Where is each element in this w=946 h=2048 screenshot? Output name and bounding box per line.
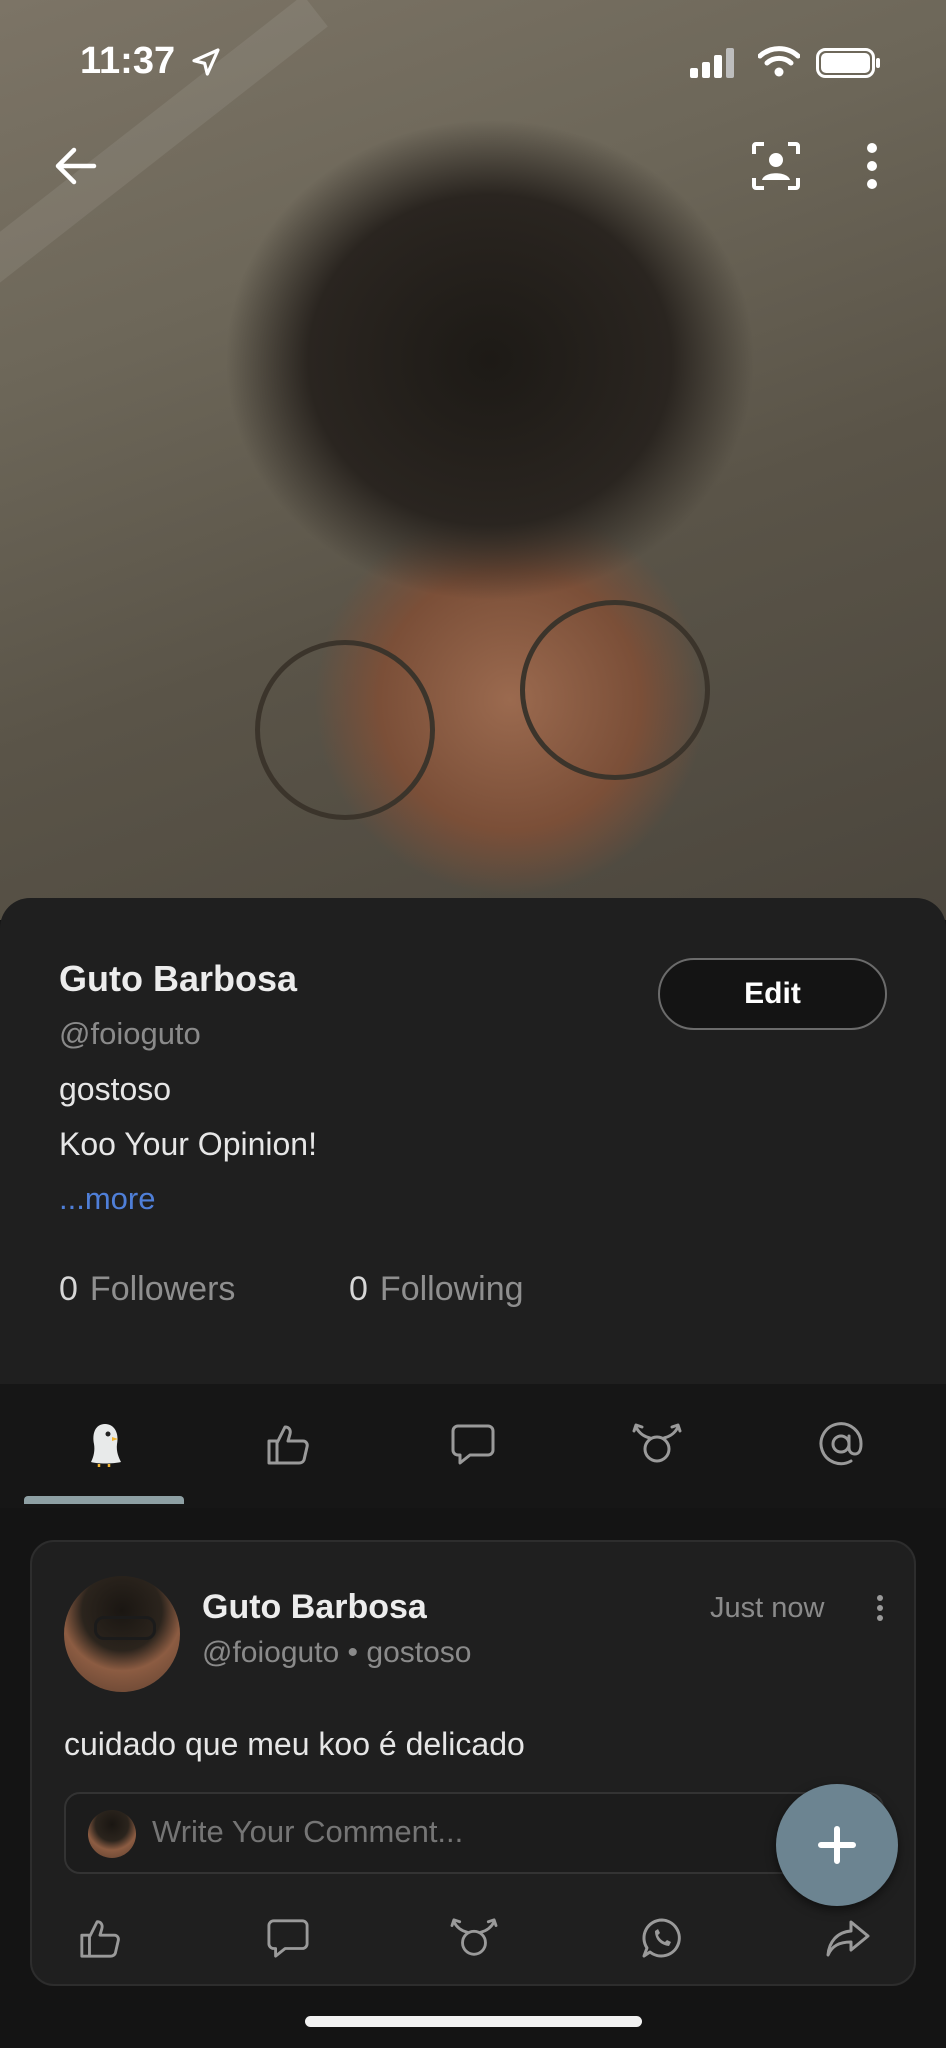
koo-post-card[interactable]: Guto Barbosa @foioguto • gostoso Just no… — [30, 1540, 916, 1986]
at-sign-icon — [819, 1422, 863, 1466]
person-frame-icon — [752, 142, 800, 190]
profile-tabs — [0, 1384, 946, 1508]
followers-stat[interactable]: 0 Followers — [59, 1270, 235, 1309]
battery-icon — [816, 48, 880, 78]
more-vertical-icon — [877, 1595, 883, 1621]
status-bar: 11:37 — [0, 0, 946, 120]
tab-koos[interactable] — [75, 1414, 135, 1474]
following-count: 0 — [349, 1270, 368, 1308]
followers-count: 0 — [59, 1270, 78, 1308]
comment-icon — [451, 1424, 495, 1465]
following-stat[interactable]: 0 Following — [349, 1270, 524, 1309]
rekoo-icon — [632, 1423, 682, 1463]
signal-icon — [690, 48, 734, 78]
post-timestamp: Just now — [710, 1592, 825, 1624]
post-author-avatar[interactable] — [64, 1576, 180, 1692]
more-options-button[interactable] — [852, 135, 892, 197]
post-author-name[interactable]: Guto Barbosa — [202, 1588, 427, 1627]
tab-mentions[interactable] — [811, 1414, 871, 1474]
plus-icon — [818, 1826, 856, 1864]
profile-name: Guto Barbosa — [59, 958, 298, 999]
whatsapp-share-button[interactable] — [632, 1908, 692, 1968]
profile-bio-line-2: Koo Your Opinion! — [59, 1126, 317, 1162]
arrow-left-icon — [55, 147, 97, 185]
comment-box[interactable] — [64, 1792, 884, 1874]
new-koo-fab[interactable] — [776, 1784, 898, 1906]
followers-label: Followers — [89, 1270, 236, 1308]
tab-comments[interactable] — [443, 1414, 503, 1474]
profile-bio-line-1: gostoso — [59, 1071, 172, 1107]
whatsapp-icon — [642, 1918, 681, 1958]
home-indicator — [305, 2016, 642, 2027]
share-arrow-icon — [826, 1920, 870, 1957]
tab-likes[interactable] — [258, 1414, 318, 1474]
post-text: cuidado que meu koo é delicado — [64, 1726, 525, 1762]
tab-rekoos[interactable] — [627, 1414, 687, 1474]
koo-bird-icon — [91, 1424, 121, 1467]
like-button[interactable] — [70, 1908, 130, 1968]
profile-handle: @foioguto — [59, 1016, 201, 1051]
commenter-avatar — [88, 1810, 136, 1858]
comment-icon — [267, 1919, 309, 1958]
share-button[interactable] — [818, 1908, 878, 1968]
bio-more-link[interactable]: ...more — [59, 1181, 155, 1217]
back-button[interactable] — [45, 135, 107, 197]
comment-button[interactable] — [258, 1908, 318, 1968]
thumbs-up-icon — [267, 1425, 309, 1465]
following-label: Following — [379, 1270, 524, 1308]
status-time: 11:37 — [80, 40, 176, 82]
edit-profile-button[interactable]: Edit — [658, 958, 887, 1030]
thumbs-up-icon — [80, 1920, 120, 1958]
post-author-meta: @foioguto • gostoso — [202, 1636, 472, 1669]
more-vertical-icon — [867, 143, 877, 189]
rekoo-button[interactable] — [444, 1908, 504, 1968]
profile-scan-button[interactable] — [745, 135, 807, 197]
location-arrow-icon — [192, 48, 220, 76]
post-more-button[interactable] — [868, 1588, 892, 1628]
comment-input[interactable] — [152, 1814, 712, 1850]
wifi-icon — [758, 46, 800, 77]
profile-info-card: Guto Barbosa @foioguto gostoso Koo Your … — [0, 898, 946, 1384]
rekoo-icon — [450, 1918, 498, 1956]
active-tab-indicator — [24, 1496, 184, 1504]
